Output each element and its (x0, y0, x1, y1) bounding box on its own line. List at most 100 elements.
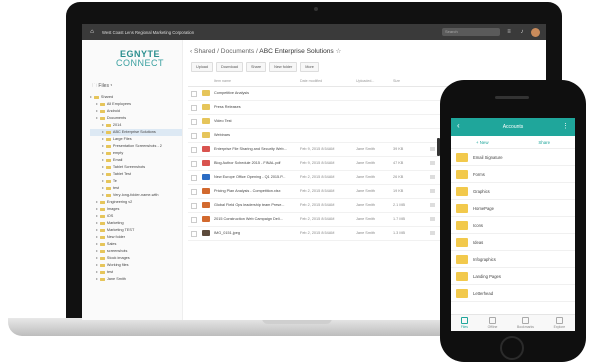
expand-arrow-icon[interactable]: ▸ (102, 192, 104, 199)
col-uploaded[interactable]: Uploaded... (356, 79, 374, 83)
tree-item[interactable]: ▸ Shared (90, 94, 182, 101)
expand-arrow-icon[interactable]: ▸ (96, 108, 98, 115)
row-checkbox[interactable] (191, 91, 197, 97)
tree-item[interactable]: ▸ Very-long-folder-name-with (90, 192, 182, 199)
search-input[interactable]: Search (442, 28, 500, 36)
phone-home-button[interactable] (500, 336, 524, 360)
tree-item[interactable]: ▸ Te (90, 178, 182, 185)
phone-tab[interactable]: Bookmarks (517, 317, 534, 329)
tree-item[interactable]: ▸ 2014 (90, 122, 182, 129)
expand-arrow-icon[interactable]: ▸ (96, 255, 98, 262)
tree-item[interactable]: ▸ Stock images (90, 255, 182, 262)
row-checkbox[interactable] (191, 147, 197, 153)
files-header[interactable]: 🗀 Files ▾ (92, 83, 112, 91)
expand-arrow-icon[interactable]: ▸ (102, 185, 104, 192)
expand-arrow-icon[interactable]: ▸ (96, 115, 98, 122)
phone-folder-item[interactable]: Landing Pages (451, 268, 575, 285)
expand-arrow-icon[interactable]: ▸ (96, 241, 98, 248)
bell-icon[interactable]: ♪ (518, 28, 526, 36)
expand-arrow-icon[interactable]: ▸ (102, 178, 104, 185)
share-button[interactable]: Share (245, 62, 267, 72)
expand-arrow-icon[interactable]: ▸ (96, 248, 98, 255)
tree-item[interactable]: ▸ test (90, 185, 182, 192)
row-action-icon[interactable] (430, 147, 435, 151)
row-checkbox[interactable] (191, 161, 197, 167)
tree-item[interactable]: ▸ All Employees (90, 101, 182, 108)
back-icon[interactable]: ‹ (190, 48, 192, 55)
tree-item[interactable]: ▸ Engineering v2 (90, 199, 182, 206)
col-name[interactable]: Item name (214, 79, 231, 83)
file-name[interactable]: Webinars (214, 133, 230, 137)
tree-item[interactable]: ▸ iOS (90, 213, 182, 220)
phone-share-button[interactable]: Share (538, 140, 550, 145)
row-checkbox[interactable] (191, 217, 197, 223)
more-button[interactable]: More (300, 62, 319, 72)
tree-item[interactable]: ▸ Marketing TEST (90, 227, 182, 234)
tree-item[interactable]: ▸ New folder (90, 234, 182, 241)
tree-item[interactable]: ▸ Jane Smith (90, 276, 182, 283)
tree-item[interactable]: ▸ ABC Enterprise Solutions (90, 129, 182, 136)
file-name[interactable]: Video Test (214, 119, 232, 123)
tree-item[interactable]: ▸ Presentation Screenshots - 2 (90, 143, 182, 150)
expand-arrow-icon[interactable]: ▸ (102, 122, 104, 129)
expand-arrow-icon[interactable]: ▸ (96, 220, 98, 227)
expand-arrow-icon[interactable]: ▸ (96, 227, 98, 234)
expand-arrow-icon[interactable]: ▸ (102, 136, 104, 143)
upload-button[interactable]: Upload (191, 62, 214, 72)
tree-item[interactable]: ▸ Tablet Screenshots (90, 164, 182, 171)
row-checkbox[interactable] (191, 175, 197, 181)
file-name[interactable]: New Europe Office Opening - Q1 2015.P... (214, 175, 285, 179)
row-checkbox[interactable] (191, 189, 197, 195)
phone-tab[interactable]: Files (461, 317, 468, 329)
tree-item[interactable]: ▸ empty (90, 150, 182, 157)
phone-tab[interactable]: Offline (488, 317, 497, 329)
expand-arrow-icon[interactable]: ▸ (96, 199, 98, 206)
expand-arrow-icon[interactable]: ▸ (102, 129, 104, 136)
file-name[interactable]: Blog Author Schedule 2015 - FINAL.pdf (214, 161, 281, 165)
phone-folder-item[interactable]: Letterhead (451, 285, 575, 302)
row-action-icon[interactable] (430, 217, 435, 221)
phone-folder-item[interactable]: Graphics (451, 183, 575, 200)
file-name[interactable]: Enterprise File Sharing and Security Web… (214, 147, 287, 151)
file-name[interactable]: Pricing Plan Analysis - Competition.xlsx (214, 189, 280, 193)
expand-arrow-icon[interactable]: ▸ (96, 213, 98, 220)
new-folder-button[interactable]: New folder (269, 62, 298, 72)
row-checkbox[interactable] (191, 133, 197, 139)
phone-menu-icon[interactable]: ⋮ (562, 122, 569, 130)
col-modified[interactable]: Date modified (300, 79, 322, 83)
row-action-icon[interactable] (430, 189, 435, 193)
col-size[interactable]: Size (393, 79, 400, 83)
row-checkbox[interactable] (191, 203, 197, 209)
phone-new-button[interactable]: + New (476, 140, 489, 145)
row-action-icon[interactable] (430, 161, 435, 165)
tree-item[interactable]: ▸ Working files (90, 262, 182, 269)
expand-arrow-icon[interactable]: ▸ (102, 171, 104, 178)
tree-item[interactable]: ▸ Large Files (90, 136, 182, 143)
file-name[interactable]: Competitive Analysis (214, 91, 249, 95)
expand-arrow-icon[interactable]: ▸ (96, 234, 98, 241)
row-action-icon[interactable] (430, 203, 435, 207)
expand-arrow-icon[interactable]: ▸ (90, 94, 92, 101)
file-name[interactable]: IMG_0151.jpeg (214, 231, 240, 235)
file-name[interactable]: Global Field Ops leadership team Prese..… (214, 203, 285, 207)
expand-arrow-icon[interactable]: ▸ (96, 262, 98, 269)
tree-item[interactable]: ▸ Android (90, 108, 182, 115)
tree-item[interactable]: ▸ screenshots (90, 248, 182, 255)
tree-item[interactable]: ▸ Marketing (90, 220, 182, 227)
star-icon[interactable]: ☆ (336, 48, 342, 55)
tree-item[interactable]: ▸ Tablet Test (90, 171, 182, 178)
tree-item[interactable]: ▸ Documents (90, 115, 182, 122)
tree-item[interactable]: ▸ Images (90, 206, 182, 213)
menu-icon[interactable]: ≡ (505, 28, 513, 36)
expand-arrow-icon[interactable]: ▸ (102, 150, 104, 157)
phone-folder-item[interactable]: HomePage (451, 200, 575, 217)
row-checkbox[interactable] (191, 119, 197, 125)
row-action-icon[interactable] (430, 231, 435, 235)
row-checkbox[interactable] (191, 231, 197, 237)
phone-folder-item[interactable]: Ideas (451, 234, 575, 251)
expand-arrow-icon[interactable]: ▸ (102, 143, 104, 150)
phone-folder-item[interactable]: Infographics (451, 251, 575, 268)
avatar[interactable] (531, 27, 540, 37)
tree-item[interactable]: ▸ test (90, 269, 182, 276)
download-button[interactable]: Download (216, 62, 243, 72)
